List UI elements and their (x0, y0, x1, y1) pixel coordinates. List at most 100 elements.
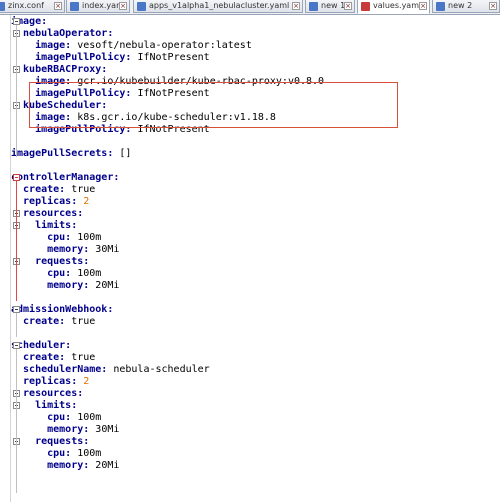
file-icon (0, 2, 5, 11)
tab-0[interactable]: zinx.conf × (0, 0, 65, 13)
yaml-key: create: (11, 316, 66, 327)
yaml-key: resources: (11, 388, 84, 399)
code-line: schedulerName: nebula-scheduler (11, 364, 210, 376)
yaml-value: true (65, 184, 96, 195)
yaml-value: 30Mi (89, 244, 120, 255)
tab-label: new 1 (321, 1, 346, 10)
yaml-key: imagePullPolicy: (11, 52, 132, 63)
tab-label: values.yaml (373, 1, 422, 10)
yaml-key: image: (11, 40, 72, 51)
yaml-key: memory: (11, 244, 90, 255)
file-icon (70, 2, 79, 11)
close-tab-icon[interactable]: × (344, 2, 352, 10)
yaml-key: memory: (11, 460, 90, 471)
fold-guide-line (16, 349, 17, 493)
close-tab-icon[interactable]: × (489, 2, 497, 10)
code-line: cpu: 100m (11, 268, 101, 280)
yaml-value: true (65, 316, 96, 327)
code-line: nebulaOperator: (11, 28, 113, 40)
fold-guide-line (16, 25, 17, 157)
file-icon (309, 2, 318, 11)
code-line: image: vesoft/nebula-operator:latest (11, 40, 252, 52)
yaml-key: scheduler: (11, 340, 72, 351)
code-line: controllerManager: (11, 172, 119, 184)
code-line: replicas: 2 (11, 376, 89, 388)
yaml-key: cpu: (11, 268, 72, 279)
tab-label: zinx.conf (8, 1, 44, 10)
yaml-key: controllerManager: (11, 172, 120, 183)
yaml-value: vesoft/nebula-operator:latest (71, 40, 252, 51)
code-line: create: true (11, 316, 95, 328)
close-tab-icon[interactable]: × (54, 2, 62, 10)
code-line: imagePullPolicy: IfNotPresent (11, 52, 210, 64)
yaml-value: IfNotPresent (131, 52, 210, 63)
yaml-key: admissionWebhook: (11, 304, 114, 315)
yaml-key: replicas: (11, 196, 78, 207)
yaml-key: create: (11, 184, 66, 195)
code-line: cpu: 100m (11, 232, 101, 244)
code-line: admissionWebhook: (11, 304, 113, 316)
yaml-key: replicas: (11, 376, 78, 387)
code-line: resources: (11, 388, 83, 400)
tab-5[interactable]: new 2 × (432, 0, 500, 13)
yaml-key: create: (11, 352, 66, 363)
code-line: requests: (11, 256, 89, 268)
code-line: requests: (11, 436, 89, 448)
yaml-key: resources: (11, 208, 84, 219)
fold-guide-line (16, 313, 17, 337)
file-icon (436, 2, 445, 11)
fold-toggle-icon[interactable] (13, 18, 20, 25)
code-line: memory: 30Mi (11, 424, 119, 436)
close-tab-icon[interactable]: × (419, 2, 427, 10)
yaml-key: memory: (11, 424, 90, 435)
yaml-key: cpu: (11, 232, 72, 243)
yaml-key: limits: (11, 220, 78, 231)
yaml-value: 100m (71, 412, 102, 423)
code-line: create: true (11, 184, 95, 196)
fold-toggle-icon[interactable] (13, 342, 20, 349)
tab-1[interactable]: index.yaml × (66, 0, 130, 13)
yaml-key: cpu: (11, 448, 72, 459)
code-line: cpu: 100m (11, 412, 101, 424)
yaml-value: nebula-scheduler (107, 364, 210, 375)
code-line: limits: (11, 220, 77, 232)
tab-4[interactable]: values.yaml × (357, 0, 430, 14)
close-tab-icon[interactable]: × (119, 2, 127, 10)
code-line: imagePullSecrets: [] (11, 148, 131, 160)
yaml-key: kubeRBACProxy: (11, 64, 108, 75)
file-icon (361, 2, 370, 11)
yaml-value: 20Mi (89, 460, 120, 471)
yaml-value: 30Mi (89, 424, 120, 435)
tab-3[interactable]: new 1 × (305, 0, 355, 13)
yaml-value: 20Mi (89, 280, 120, 291)
code-line: cpu: 100m (11, 448, 101, 460)
tab-bar: zinx.conf × index.yaml × apps_v1alpha1_nebul… (0, 0, 500, 15)
code-line: kubeRBACProxy: (11, 64, 107, 76)
yaml-value: true (65, 352, 96, 363)
yaml-value: 100m (71, 268, 102, 279)
yaml-key: cpu: (11, 412, 72, 423)
tab-label: new 2 (448, 1, 473, 10)
yaml-key: requests: (11, 436, 90, 447)
code-line: memory: 20Mi (11, 460, 119, 472)
fold-toggle-icon[interactable] (13, 306, 20, 313)
code-line: create: true (11, 352, 95, 364)
fold-toggle-icon[interactable] (13, 174, 20, 181)
tab-2[interactable]: apps_v1alpha1_nebulacluster.yaml × (133, 0, 303, 13)
yaml-value: 100m (71, 232, 102, 243)
code-line: replicas: 2 (11, 196, 89, 208)
code-line: limits: (11, 400, 77, 412)
code-line: memory: 30Mi (11, 244, 119, 256)
code-line: memory: 20Mi (11, 280, 119, 292)
close-tab-icon[interactable]: × (292, 2, 300, 10)
yaml-key: imagePullSecrets: (11, 148, 114, 159)
fold-gutter (0, 15, 10, 502)
code-line: scheduler: (11, 340, 71, 352)
yaml-key: nebulaOperator: (11, 28, 114, 39)
fold-guide-line (16, 181, 17, 301)
yaml-key: memory: (11, 280, 90, 291)
yaml-value: [] (113, 148, 132, 159)
yaml-value: 2 (77, 196, 90, 207)
file-icon (137, 2, 146, 11)
yaml-value: 2 (77, 376, 90, 387)
